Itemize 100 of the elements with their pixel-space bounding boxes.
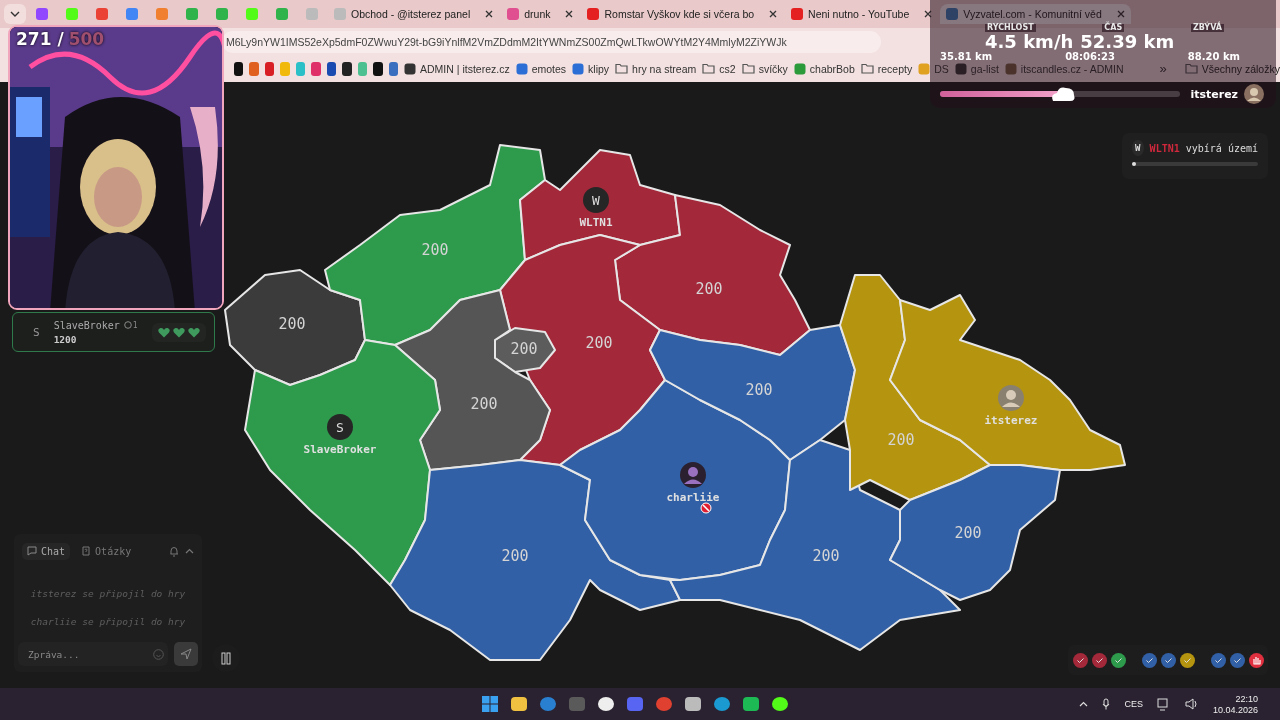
folder-icon[interactable] bbox=[510, 695, 528, 713]
message-input[interactable]: Zpráva... bbox=[26, 647, 153, 661]
send-icon bbox=[180, 648, 192, 660]
site-icon bbox=[334, 8, 346, 20]
map-region[interactable] bbox=[224, 269, 366, 386]
troop-count: 200 bbox=[745, 381, 773, 399]
player-name: WLTN1 bbox=[579, 216, 613, 229]
badge-icon bbox=[123, 321, 132, 329]
player-token: S bbox=[327, 414, 353, 440]
troop-count: 200 bbox=[421, 241, 449, 259]
player-initial: S bbox=[33, 325, 40, 339]
map-region[interactable] bbox=[499, 234, 666, 466]
site-icon bbox=[946, 8, 959, 20]
folder-icon bbox=[860, 63, 874, 74]
bookmark-icon[interactable] bbox=[326, 61, 337, 76]
browser-tab[interactable]: drunk bbox=[501, 4, 580, 24]
language-indicator[interactable]: CES bbox=[1124, 699, 1143, 709]
chat-app-icon[interactable] bbox=[626, 695, 644, 713]
chat-tab[interactable]: Chat bbox=[22, 542, 71, 560]
troop-count: 200 bbox=[501, 547, 529, 565]
viewer-count: 271 / bbox=[16, 29, 64, 49]
pause-icon bbox=[221, 651, 231, 665]
tab-list-button[interactable] bbox=[4, 4, 26, 24]
chat-tab[interactable]: Otázky bbox=[76, 542, 137, 560]
troop-count: 200 bbox=[510, 340, 538, 358]
close-icon[interactable] bbox=[769, 10, 778, 18]
bookmark-link[interactable]: ADMIN | itsterez.cz bbox=[404, 62, 510, 75]
folder-icon bbox=[702, 63, 716, 74]
troop-count: 200 bbox=[278, 315, 306, 333]
folder-icon bbox=[615, 63, 629, 74]
question-icon bbox=[81, 546, 92, 556]
avatar-icon bbox=[680, 462, 706, 488]
remaining-distance: 88.20 km bbox=[1187, 51, 1240, 62]
folder-icon bbox=[1184, 63, 1198, 74]
volume-icon[interactable] bbox=[1184, 698, 1199, 710]
browser-tab[interactable]: Neni nutno - YouTube bbox=[785, 4, 939, 24]
speed-value: 4.5 km/h bbox=[985, 32, 1074, 51]
bookmark-link[interactable]: klipy bbox=[572, 62, 610, 75]
player-token: W bbox=[1132, 140, 1144, 156]
cloud-icon bbox=[1050, 85, 1077, 102]
map-region[interactable] bbox=[244, 339, 441, 586]
address-field[interactable]: M6Ly9nYW1IMS52eXp5dmF0ZWwuY29t-bG9iYnlfM2VmZDdmM2ItYWNmZS00ZmQwLTkwOWYtM2Y4MmlyM2ZiYWJk bbox=[222, 30, 881, 53]
message-field[interactable]: Zpráva... bbox=[18, 642, 168, 666]
player-name: charliie bbox=[666, 491, 720, 504]
streamer-name: itsterez bbox=[1190, 87, 1238, 101]
player-token: W bbox=[583, 187, 609, 213]
app-icon[interactable] bbox=[597, 695, 615, 713]
bookmark-link[interactable]: svíčky bbox=[741, 62, 788, 75]
bookmark-link[interactable]: cs2 bbox=[702, 62, 736, 75]
close-icon[interactable] bbox=[1116, 10, 1125, 18]
map-region[interactable] bbox=[889, 464, 1061, 601]
browser-icon[interactable] bbox=[655, 695, 673, 713]
bookmark-icon[interactable] bbox=[234, 61, 244, 76]
bell-icon[interactable] bbox=[169, 545, 179, 557]
site-icon bbox=[954, 62, 967, 75]
map-region[interactable] bbox=[394, 289, 551, 471]
map-region[interactable] bbox=[889, 294, 1126, 471]
app-icon[interactable] bbox=[684, 695, 702, 713]
browser-tab[interactable]: Romstar Vyškov kde si včera bo bbox=[581, 4, 784, 24]
microphone-icon[interactable] bbox=[1102, 698, 1111, 710]
troop-count: 200 bbox=[954, 524, 982, 542]
player-name: SlaveBroker bbox=[53, 319, 120, 331]
site-icon bbox=[918, 62, 931, 75]
site-icon bbox=[507, 8, 520, 20]
browser-tab[interactable]: Obchod - @itsterez panel bbox=[328, 4, 500, 24]
site-icon bbox=[572, 62, 585, 75]
bookmark-link[interactable]: hry na stream bbox=[615, 62, 697, 75]
site-icon bbox=[515, 62, 528, 75]
troop-count: 200 bbox=[585, 334, 613, 352]
bookmark-link[interactable]: chabrBob bbox=[793, 62, 855, 75]
bookmark-icon[interactable] bbox=[342, 61, 352, 76]
site-icon bbox=[791, 8, 804, 20]
start-icon[interactable] bbox=[481, 695, 499, 713]
clock-time: 22:10 bbox=[1235, 693, 1258, 704]
bookmark-link[interactable]: recepty bbox=[860, 62, 913, 75]
close-icon[interactable] bbox=[565, 10, 574, 18]
map-region[interactable] bbox=[614, 194, 811, 356]
bookmark-icon[interactable] bbox=[373, 61, 383, 76]
troop-count: 200 bbox=[695, 280, 723, 298]
player-name: itsterez bbox=[984, 414, 1038, 427]
viewer-goal: 500 bbox=[68, 29, 105, 49]
clock-date: 10.04.2026 bbox=[1212, 704, 1258, 715]
map-region[interactable] bbox=[519, 149, 681, 261]
close-icon[interactable] bbox=[485, 10, 494, 18]
send-button[interactable] bbox=[174, 642, 198, 666]
troop-count: 200 bbox=[470, 395, 498, 413]
music-app-icon[interactable] bbox=[742, 695, 760, 713]
network-icon[interactable] bbox=[1156, 697, 1171, 711]
site-icon bbox=[793, 62, 806, 75]
clock[interactable]: 22:10 10.04.2026 bbox=[1212, 693, 1258, 715]
site-icon bbox=[1004, 62, 1017, 75]
troop-count: 200 bbox=[887, 431, 915, 449]
bookmark-link[interactable]: emotes bbox=[515, 62, 567, 75]
site-icon bbox=[404, 62, 416, 75]
close-icon[interactable] bbox=[924, 10, 933, 18]
app-icon[interactable] bbox=[771, 695, 789, 713]
walked-distance: 35.81 km bbox=[940, 51, 993, 62]
player-score: 1200 bbox=[53, 333, 78, 345]
turn-message: WLTN1 vybírá území bbox=[1149, 142, 1258, 154]
speed-label: RYCHLOST bbox=[985, 24, 1036, 32]
